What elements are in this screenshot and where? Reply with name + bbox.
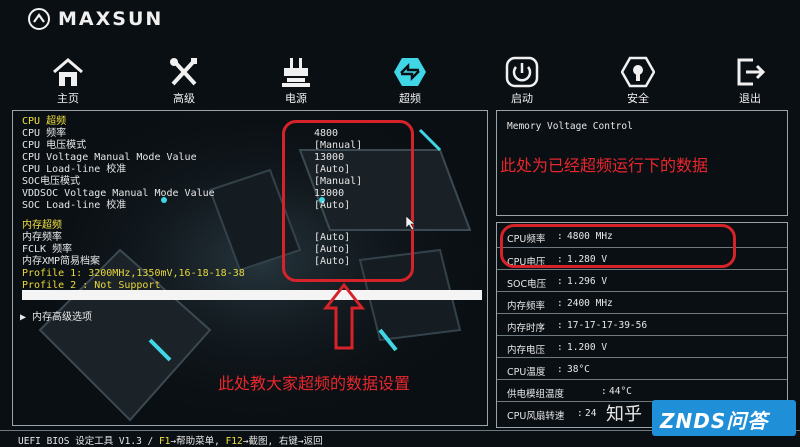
setting-mem-freq[interactable]: 内存频率 [Auto] <box>22 232 350 244</box>
nav-home[interactable]: 主页 <box>38 56 98 106</box>
setting-label: CPU Voltage Manual Mode Value <box>22 152 197 163</box>
status-row: 内存时序:17-17-17-39-56 <box>497 313 787 337</box>
nav-home-label: 主页 <box>57 92 79 105</box>
mouse-cursor-icon <box>406 216 416 230</box>
setting-cpu-vmode[interactable]: CPU 电压模式 [Manual] <box>22 140 362 152</box>
status-separator: : <box>557 342 563 353</box>
status-label: 内存时序 <box>507 323 546 334</box>
setting-label: SOC Load-line 校准 <box>22 200 127 211</box>
brand-header: MAXSUN <box>28 6 163 32</box>
annotation-text-bottom: 此处教大家超频的数据设置 <box>218 374 411 393</box>
mem-oc-header: 内存超频 <box>22 220 62 231</box>
status-separator: : <box>557 320 563 331</box>
cpu-oc-header: CPU 超频 <box>22 116 67 127</box>
footer-tool: UEFI BIOS 设定工具 V1.3 / <box>18 436 159 447</box>
submenu-label: 内存高级选项 <box>32 312 93 323</box>
setting-label: FCLK 频率 <box>22 244 73 255</box>
top-nav: 主页 高级 电源 超频 启动 安全 退出 <box>30 56 790 106</box>
home-icon <box>53 58 83 86</box>
watermark-znds-text: ZNDS问答 <box>660 409 769 433</box>
setting-cpu-vmanual[interactable]: CPU Voltage Manual Mode Value 13000 <box>22 152 344 164</box>
status-label: 供电模组温度 <box>507 389 565 400</box>
status-label: SOC电压 <box>507 279 547 290</box>
status-separator: : <box>557 276 563 287</box>
footer-f1-text: →帮助菜单, <box>170 436 226 447</box>
nav-overclock-label: 超频 <box>399 92 421 105</box>
status-separator: : <box>557 298 563 309</box>
footer-f12-text: →截图, 右键→返回 <box>242 436 323 447</box>
status-value: 38°C <box>567 364 590 375</box>
status-separator: : <box>557 364 563 375</box>
nav-power[interactable]: 电源 <box>266 56 326 106</box>
watermark-zhihu: 知乎 <box>606 404 642 425</box>
power-icon <box>505 56 539 88</box>
footer-f12-key: F12 <box>225 436 243 447</box>
status-label: 内存频率 <box>507 301 546 312</box>
status-value: 2400 MHz <box>567 298 613 309</box>
status-value: 1.200 V <box>567 342 608 353</box>
setting-label: SOC电压模式 <box>22 176 81 187</box>
status-separator: : <box>601 386 607 397</box>
nav-security-label: 安全 <box>627 92 649 105</box>
tools-icon <box>170 58 197 86</box>
overclock-icon <box>394 58 426 86</box>
status-row: CPU温度:38°C <box>497 357 787 381</box>
setting-label: 内存XMP简易档案 <box>22 256 101 267</box>
status-separator: : <box>577 408 583 419</box>
footer-text: UEFI BIOS 设定工具 V1.3 / F1→帮助菜单, F12→截图, 右… <box>18 433 323 447</box>
selection-highlight-bar[interactable] <box>22 290 482 300</box>
status-value: 44°C <box>609 386 632 397</box>
status-row: SOC电压:1.296 V <box>497 269 787 293</box>
status-label: 内存电压 <box>507 345 546 356</box>
setting-label: VDDSOC Voltage Manual Mode Value <box>22 188 215 199</box>
status-value: 24 <box>585 408 597 419</box>
nav-boot[interactable]: 启动 <box>492 56 552 106</box>
brand-name: MAXSUN <box>58 8 164 30</box>
setting-vddsoc[interactable]: VDDSOC Voltage Manual Mode Value 13000 <box>22 188 344 200</box>
submenu-mem-advanced[interactable]: ▶ 内存高级选项 <box>20 308 92 323</box>
setting-label: CPU 电压模式 <box>22 140 87 151</box>
status-label: CPU风扇转速 <box>507 411 565 422</box>
setting-fclk[interactable]: FCLK 频率 [Auto] <box>22 244 350 256</box>
footer-f1-key: F1 <box>158 436 171 447</box>
power-plug-icon <box>282 58 310 87</box>
setting-label: 内存频率 <box>22 232 62 243</box>
nav-advanced[interactable]: 高级 <box>154 56 214 106</box>
setting-cpu-loadline[interactable]: CPU Load-line 校准 [Auto] <box>22 164 350 176</box>
annotation-arrow-icon <box>322 282 366 350</box>
nav-overclock[interactable]: 超频 <box>380 56 440 106</box>
nav-exit[interactable]: 退出 <box>720 56 780 106</box>
setting-label: CPU Load-line 校准 <box>22 164 127 175</box>
exit-icon <box>737 58 766 86</box>
nav-boot-label: 启动 <box>511 92 533 105</box>
nav-power-label: 电源 <box>285 92 307 105</box>
status-row: 内存频率:2400 MHz <box>497 291 787 315</box>
watermark-znds: ZNDS问答 <box>652 400 796 436</box>
nav-advanced-label: 高级 <box>173 92 195 105</box>
status-label: CPU温度 <box>507 367 546 378</box>
annotation-box-status <box>500 224 736 268</box>
status-row: 内存电压:1.200 V <box>497 335 787 359</box>
annotation-box-settings <box>282 120 414 282</box>
submenu-arrow-icon: ▶ <box>20 312 33 323</box>
maxsun-logo-icon <box>28 8 50 30</box>
nav-security[interactable]: 安全 <box>608 56 668 106</box>
setting-soc-loadline[interactable]: SOC Load-line 校准 [Auto] <box>22 200 350 212</box>
setting-xmp[interactable]: 内存XMP简易档案 [Auto] <box>22 256 350 268</box>
setting-soc-vmode[interactable]: SOC电压模式 [Manual] <box>22 176 362 188</box>
help-title: Memory Voltage Control <box>507 121 633 132</box>
annotation-text-top: 此处为已经超频运行下的数据 <box>500 156 709 175</box>
xmp-profile-1: Profile 1: 3200MHz,1350mV,16-18-18-38 <box>22 268 245 279</box>
status-value: 17-17-17-39-56 <box>567 320 648 331</box>
setting-label: CPU 频率 <box>22 128 67 139</box>
nav-exit-label: 退出 <box>739 92 761 105</box>
setting-cpu-freq[interactable]: CPU 频率 4800 <box>22 128 338 140</box>
status-value: 1.296 V <box>567 276 608 287</box>
shield-icon <box>621 56 655 88</box>
